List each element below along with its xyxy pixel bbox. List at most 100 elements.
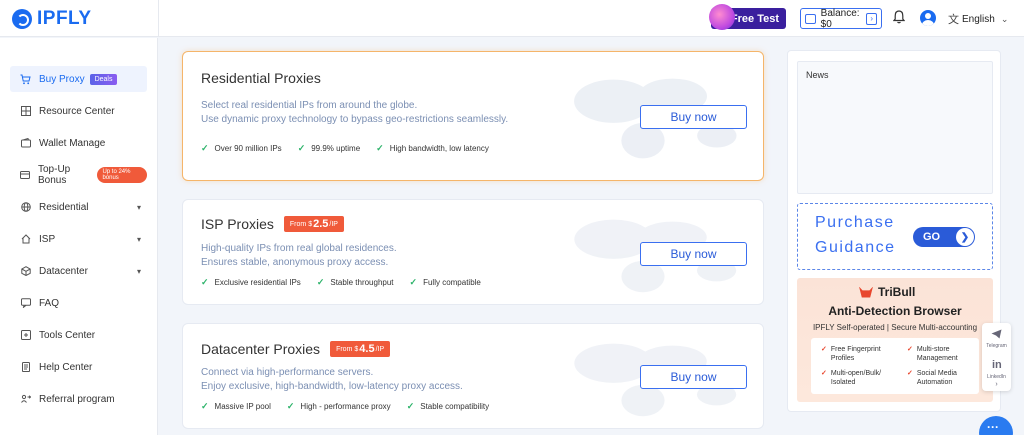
sidebar-item-top-up-bonus[interactable]: Top-Up Bonus Up to 24% bonus <box>10 162 147 188</box>
feature-list: ✓ Exclusive residential IPs ✓ Stable throu… <box>201 277 497 288</box>
feature-item: ✓ 99.9% uptime <box>298 143 360 154</box>
buy-now-button[interactable]: Buy now <box>640 105 747 129</box>
wallet-icon <box>805 13 816 24</box>
feature-label: Stable throughput <box>330 278 394 287</box>
telegram-icon[interactable] <box>991 329 1002 339</box>
feature-list: ✓ Over 90 million IPs ✓ 99.9% uptime ✓ High… <box>201 143 505 154</box>
check-icon: ✓ <box>907 370 913 377</box>
tribull-feature-line: Isolated <box>830 379 856 386</box>
tribull-headline: Anti-Detection Browser <box>828 304 962 318</box>
check-icon: ✓ <box>409 277 418 287</box>
tribull-feature: ✓ Multi-store Management <box>907 345 958 363</box>
sidebar-item-label: ISP <box>39 233 56 245</box>
check-icon: ✓ <box>376 143 384 153</box>
feature-label: 99.9% uptime <box>311 144 361 153</box>
sidebar-item-buy-proxy[interactable]: Buy Proxy Deals <box>10 66 147 92</box>
price-value: 4.5 <box>359 343 375 355</box>
sidebar-item-residential[interactable]: Residential ▾ <box>10 194 147 220</box>
top-bar: IPFLY Free Test Balance: $0 › 文 English … <box>0 0 1024 37</box>
bell-icon[interactable] <box>893 10 905 24</box>
feature-label: Exclusive residential IPs <box>214 278 301 287</box>
grid-icon <box>20 106 31 117</box>
tribull-feature-line: Multi-open/Bulk/ <box>830 370 882 377</box>
tribull-feature-line: Management <box>916 355 958 362</box>
sidebar-item-label: Referral program <box>39 393 115 405</box>
tribull-feature-line: Free Fingerprint <box>830 346 881 353</box>
feature-label: Over 90 million IPs <box>214 144 282 153</box>
wallet-icon <box>20 138 31 149</box>
tribull-feature-text: Social Media Automation <box>917 369 957 387</box>
card-description-line: Connect via high-performance servers. <box>201 367 374 378</box>
card-description-line: Ensures stable, anonymous proxy access. <box>201 257 389 268</box>
price-value: 2.5 <box>313 218 329 230</box>
go-button[interactable]: GO ❯ <box>913 227 975 247</box>
go-label: GO <box>923 231 941 243</box>
price-badge: From $2.5/IP <box>283 216 344 232</box>
telegram-label[interactable]: Telegram <box>982 343 1011 349</box>
card-description-line: Select real residential IPs from around … <box>201 100 418 111</box>
feature-item: ✓ Stable throughput <box>317 277 394 288</box>
tribull-ad-banner[interactable]: TriBull Anti-Detection Browser IPFLY Sel… <box>797 278 993 402</box>
chevron-right-icon[interactable]: › <box>982 381 1011 388</box>
feature-label: Stable compatibility <box>420 402 490 411</box>
price-badge: From $4.5/IP <box>330 341 391 357</box>
sidebar-item-faq[interactable]: FAQ <box>10 290 147 316</box>
arrow-right-icon: ❯ <box>956 228 974 246</box>
purchase-guidance-line: Purchase <box>815 214 895 231</box>
sidebar-item-isp[interactable]: ISP ▾ <box>10 226 147 252</box>
card-icon <box>20 170 30 181</box>
linkedin-icon[interactable]: in <box>992 359 1002 371</box>
news-box: News <box>797 61 993 194</box>
sidebar-item-resource-center[interactable]: Resource Center <box>10 98 147 124</box>
tribull-feature-line: Automation <box>916 379 953 386</box>
card-description: Connect via high-performance servers. En… <box>201 366 463 394</box>
sidebar-item-wallet-manage[interactable]: Wallet Manage <box>10 130 147 156</box>
live-chat-button[interactable] <box>979 416 1013 435</box>
sidebar-item-label: Residential <box>39 201 89 213</box>
user-avatar-icon[interactable] <box>920 10 936 26</box>
logo[interactable]: IPFLY <box>12 8 92 30</box>
purchase-guidance-banner[interactable]: Purchase Guidance GO ❯ <box>797 203 993 270</box>
tribull-logo: TriBull <box>859 285 915 299</box>
chevron-down-icon: ▾ <box>136 266 141 276</box>
sidebar: Buy Proxy Deals Resource Center Wallet M… <box>0 38 158 435</box>
gift-icon <box>709 4 735 30</box>
document-icon <box>20 362 31 373</box>
free-test-label: Free Test <box>730 12 779 25</box>
sidebar-item-help-center[interactable]: Help Center <box>10 354 147 380</box>
tribull-feature-text: Multi-open/Bulk/Isolated <box>831 369 881 387</box>
sidebar-item-label: FAQ <box>39 297 60 309</box>
card-description-line: Use dynamic proxy technology to bypass g… <box>201 114 509 125</box>
feature-item: ✓ Exclusive residential IPs <box>201 277 301 288</box>
feature-label: Massive IP pool <box>214 402 271 411</box>
sidebar-item-datacenter[interactable]: Datacenter ▾ <box>10 258 147 284</box>
linkedin-label[interactable]: LinkedIn <box>982 374 1011 380</box>
chevron-down-icon: ⌄ <box>1000 13 1009 24</box>
deals-badge: Deals <box>89 73 118 85</box>
referral-icon <box>20 394 31 405</box>
logo-text: IPFLY <box>37 8 92 29</box>
price-currency: $ <box>308 220 313 228</box>
sidebar-item-label: Tools Center <box>39 329 96 341</box>
chevron-down-icon: ▾ <box>136 202 141 212</box>
check-icon: ✓ <box>201 277 209 287</box>
language-selector[interactable]: 文 English ⌄ <box>948 11 1008 27</box>
check-icon: ✓ <box>316 277 325 287</box>
check-icon: ✓ <box>821 346 827 353</box>
price-from-label: From <box>289 220 307 228</box>
check-icon: ✓ <box>286 401 295 411</box>
translate-icon: 文 <box>948 14 959 26</box>
chevron-right-icon: › <box>866 12 878 25</box>
free-test-button[interactable]: Free Test <box>709 4 786 30</box>
tribull-feature: ✓ Social Media Automation <box>907 369 957 387</box>
tribull-feature-line: Multi-store <box>916 346 950 353</box>
balance-button[interactable]: Balance: $0 › <box>800 8 882 30</box>
right-panel: News Purchase Guidance GO ❯ TriBull Anti… <box>787 50 1001 412</box>
card-description: High-quality IPs from real global reside… <box>201 242 397 270</box>
sidebar-item-tools-center[interactable]: Tools Center <box>10 322 147 348</box>
sidebar-item-referral-program[interactable]: Referral program <box>10 386 147 412</box>
tools-icon <box>20 330 31 341</box>
buy-now-button[interactable]: Buy now <box>640 365 747 389</box>
bonus-badge: Up to 24% bonus <box>97 167 147 183</box>
buy-now-button[interactable]: Buy now <box>640 242 747 266</box>
